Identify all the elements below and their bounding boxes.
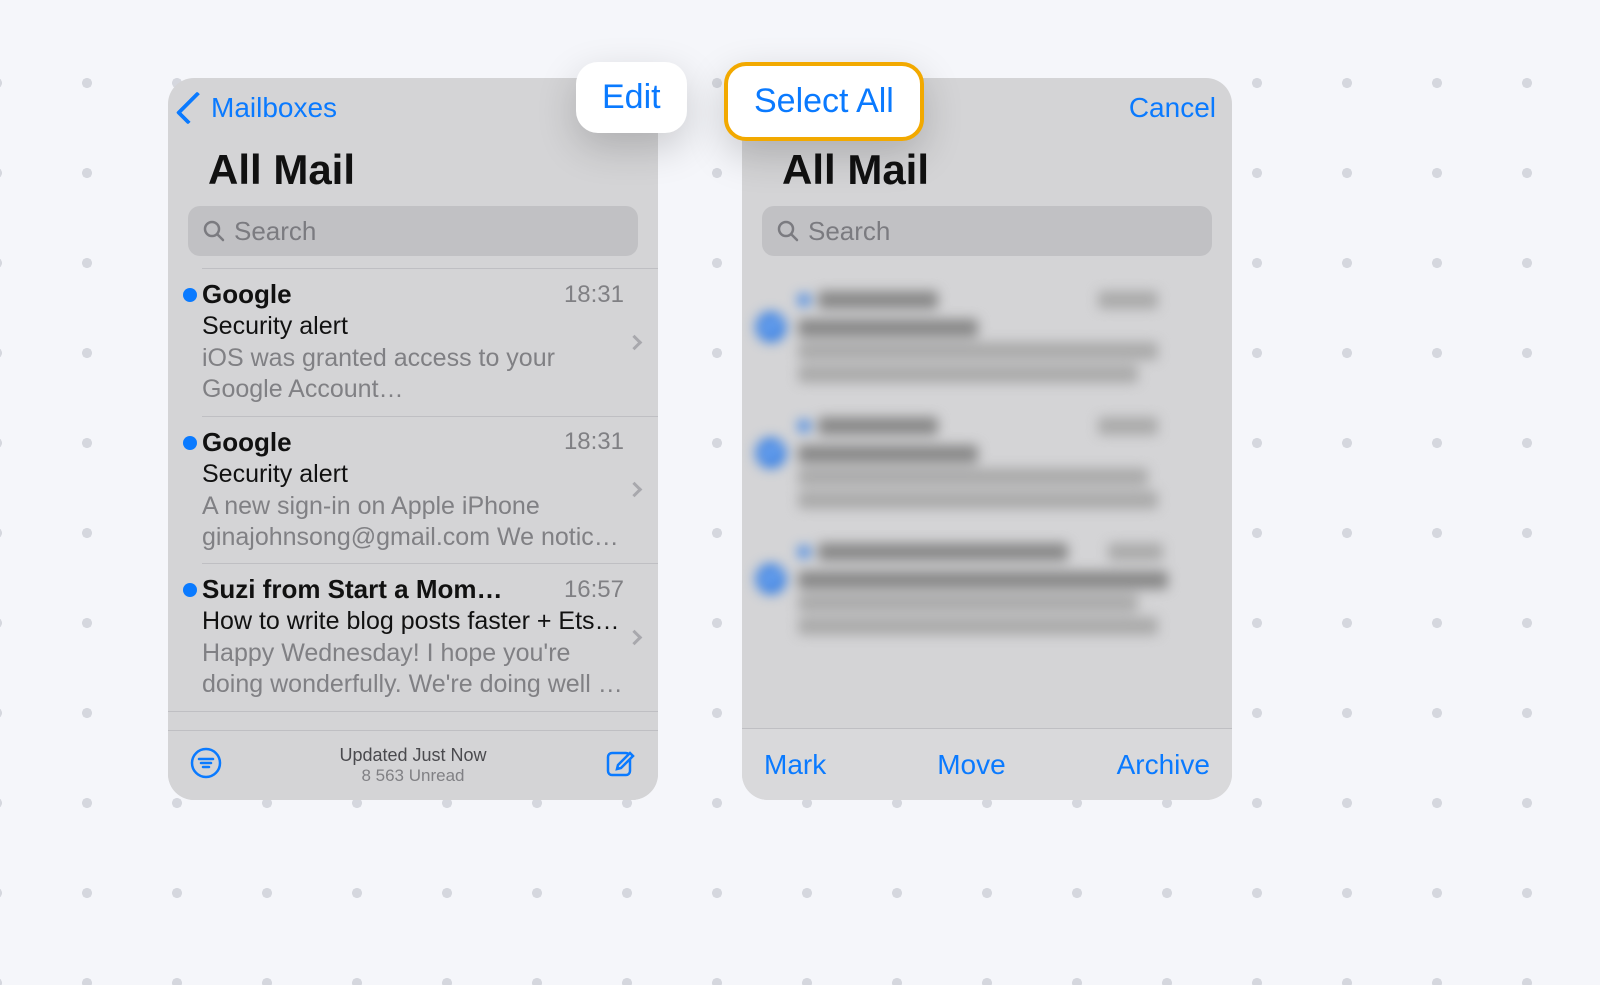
edit-label: Edit <box>602 78 661 116</box>
subject: How to write blog posts faster + Etsy ti… <box>202 607 624 636</box>
message-row[interactable]: Google 18:31 Security alert iOS was gran… <box>168 269 658 416</box>
preview: iOS was granted access to your Google Ac… <box>202 343 624 406</box>
time: 16:57 <box>564 576 624 604</box>
sender: Google <box>202 279 554 310</box>
message-list: Google 18:31 Security alert iOS was gran… <box>168 268 658 712</box>
select-all-label: Select All <box>754 82 894 120</box>
cancel-label: Cancel <box>1129 92 1216 123</box>
phone-left: Mailboxes All Mail Search Google 18:31 S… <box>168 78 658 800</box>
back-label: Mailboxes <box>211 92 337 124</box>
message-row-selected[interactable] <box>742 526 1232 652</box>
search-placeholder: Search <box>808 216 890 247</box>
edit-toolbar: Mark Move Archive <box>742 728 1232 800</box>
subject: Security alert <box>202 460 624 489</box>
page-title: All Mail <box>168 138 658 206</box>
search-input[interactable]: Search <box>762 206 1212 256</box>
unread-dot-icon <box>183 288 197 302</box>
bottom-toolbar: Updated Just Now 8 563 Unread <box>168 730 658 800</box>
search-icon <box>776 219 800 243</box>
time: 18:31 <box>564 281 624 309</box>
cancel-button[interactable]: Cancel <box>1129 92 1216 124</box>
chevron-back-icon <box>176 91 209 124</box>
move-button[interactable]: Move <box>937 749 1005 781</box>
back-button[interactable]: Mailboxes <box>184 92 337 124</box>
checkmark-icon[interactable] <box>756 438 786 468</box>
status-text: Updated Just Now 8 563 Unread <box>339 745 486 787</box>
subject: Security alert <box>202 312 624 341</box>
preview: Happy Wednesday! I hope you're doing won… <box>202 638 624 701</box>
preview: A new sign-in on Apple iPhone ginajohnso… <box>202 491 624 554</box>
status-line2: 8 563 Unread <box>339 766 486 786</box>
phone-right: Cancel All Mail Search <box>742 78 1232 800</box>
unread-dot-icon <box>183 583 197 597</box>
time: 18:31 <box>564 428 624 456</box>
chevron-right-icon <box>626 482 642 498</box>
page-title: All Mail <box>742 138 1232 206</box>
filter-icon <box>190 747 222 779</box>
compose-icon <box>604 747 636 779</box>
chevron-right-icon <box>626 334 642 350</box>
checkmark-icon[interactable] <box>756 564 786 594</box>
sender: Suzi from Start a Mom… <box>202 574 554 605</box>
message-list-selected <box>742 268 1232 652</box>
select-all-button[interactable]: Select All <box>724 62 924 141</box>
compose-button[interactable] <box>604 747 636 784</box>
mark-button[interactable]: Mark <box>764 749 826 781</box>
message-row[interactable]: Google 18:31 Security alert A new sign-i… <box>168 417 658 564</box>
chevron-right-icon <box>626 629 642 645</box>
search-placeholder: Search <box>234 216 316 247</box>
archive-button[interactable]: Archive <box>1117 749 1210 781</box>
message-row-selected[interactable] <box>742 400 1232 526</box>
search-input[interactable]: Search <box>188 206 638 256</box>
message-row-selected[interactable] <box>742 274 1232 400</box>
edit-button[interactable]: Edit <box>576 62 687 133</box>
checkmark-icon[interactable] <box>756 312 786 342</box>
search-icon <box>202 219 226 243</box>
filter-button[interactable] <box>190 747 222 784</box>
unread-dot-icon <box>183 436 197 450</box>
status-line1: Updated Just Now <box>339 745 486 767</box>
sender: Google <box>202 427 554 458</box>
message-row[interactable]: Suzi from Start a Mom… 16:57 How to writ… <box>168 564 658 711</box>
